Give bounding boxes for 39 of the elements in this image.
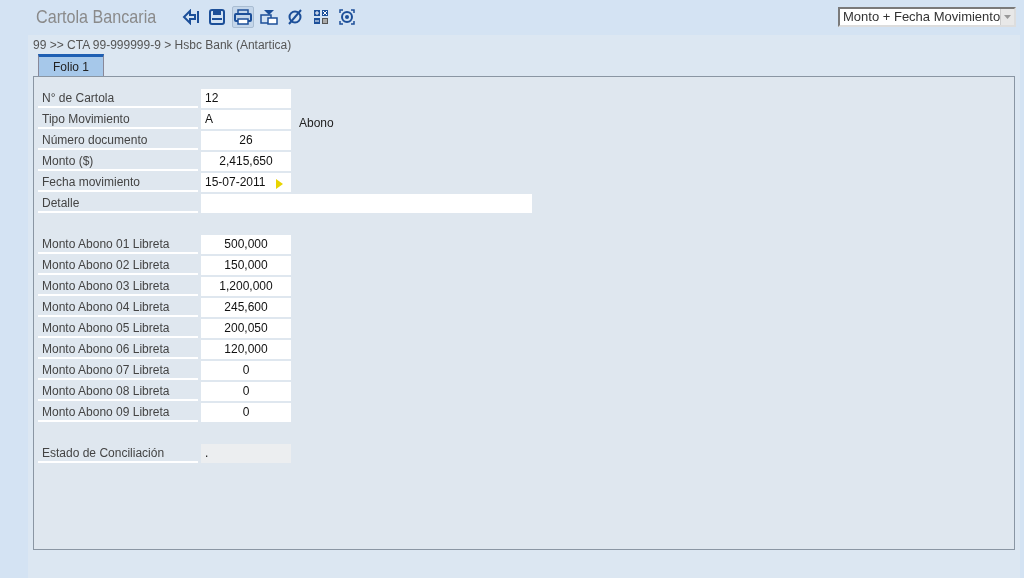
- field-label: Número documento: [38, 131, 198, 150]
- sort-select[interactable]: Monto + Fecha Movimiento: [838, 6, 1016, 27]
- input-field[interactable]: 120,000: [201, 340, 291, 359]
- input-field[interactable]: 500,000: [201, 235, 291, 254]
- field-label: Monto Abono 06 Libreta: [38, 340, 198, 359]
- field-label: Tipo Movimiento: [38, 110, 198, 129]
- breadcrumb: 99 >> CTA 99-999999-9 > Hsbc Bank (Antartica): [33, 38, 293, 54]
- date-field[interactable]: 15-07-2011: [201, 173, 291, 192]
- app-title: Cartola Bancaria: [36, 5, 155, 28]
- field-label: N° de Cartola: [38, 89, 198, 108]
- input-field[interactable]: 26: [201, 131, 291, 150]
- field-label: Monto Abono 04 Libreta: [38, 298, 198, 317]
- field-label: Detalle: [38, 194, 198, 213]
- input-field[interactable]: 150,000: [201, 256, 291, 275]
- field-label: Monto Abono 01 Libreta: [38, 235, 198, 254]
- input-field[interactable]: 200,050: [201, 319, 291, 338]
- field-label: Estado de Conciliación: [38, 444, 198, 463]
- input-field[interactable]: 0: [201, 382, 291, 401]
- tab[interactable]: Folio 1: [38, 54, 105, 76]
- input-field[interactable]: 2,415,650: [201, 152, 291, 171]
- field-label: Fecha movimiento: [38, 173, 198, 192]
- print-icon[interactable]: [232, 5, 254, 28]
- dropdown-caret-icon: [1004, 14, 1012, 19]
- input-field[interactable]: 0: [201, 403, 291, 422]
- input-field[interactable]: 1,200,000: [201, 277, 291, 296]
- field-label: Monto Abono 08 Libreta: [38, 382, 198, 401]
- input-field[interactable]: 0: [201, 361, 291, 380]
- input-field[interactable]: 245,600: [201, 298, 291, 317]
- field-label: Monto Abono 05 Libreta: [38, 319, 198, 338]
- input-field[interactable]: A: [201, 110, 291, 129]
- field-label: Monto ($): [38, 152, 198, 171]
- field-label: Monto Abono 07 Libreta: [38, 361, 198, 380]
- input-field[interactable]: [201, 194, 532, 213]
- status-field: .: [201, 444, 291, 463]
- field-label: Monto Abono 02 Libreta: [38, 256, 198, 275]
- type-description: Abono: [299, 115, 334, 130]
- input-field[interactable]: 12: [201, 89, 291, 108]
- field-label: Monto Abono 09 Libreta: [38, 403, 198, 422]
- field-label: Monto Abono 03 Libreta: [38, 277, 198, 296]
